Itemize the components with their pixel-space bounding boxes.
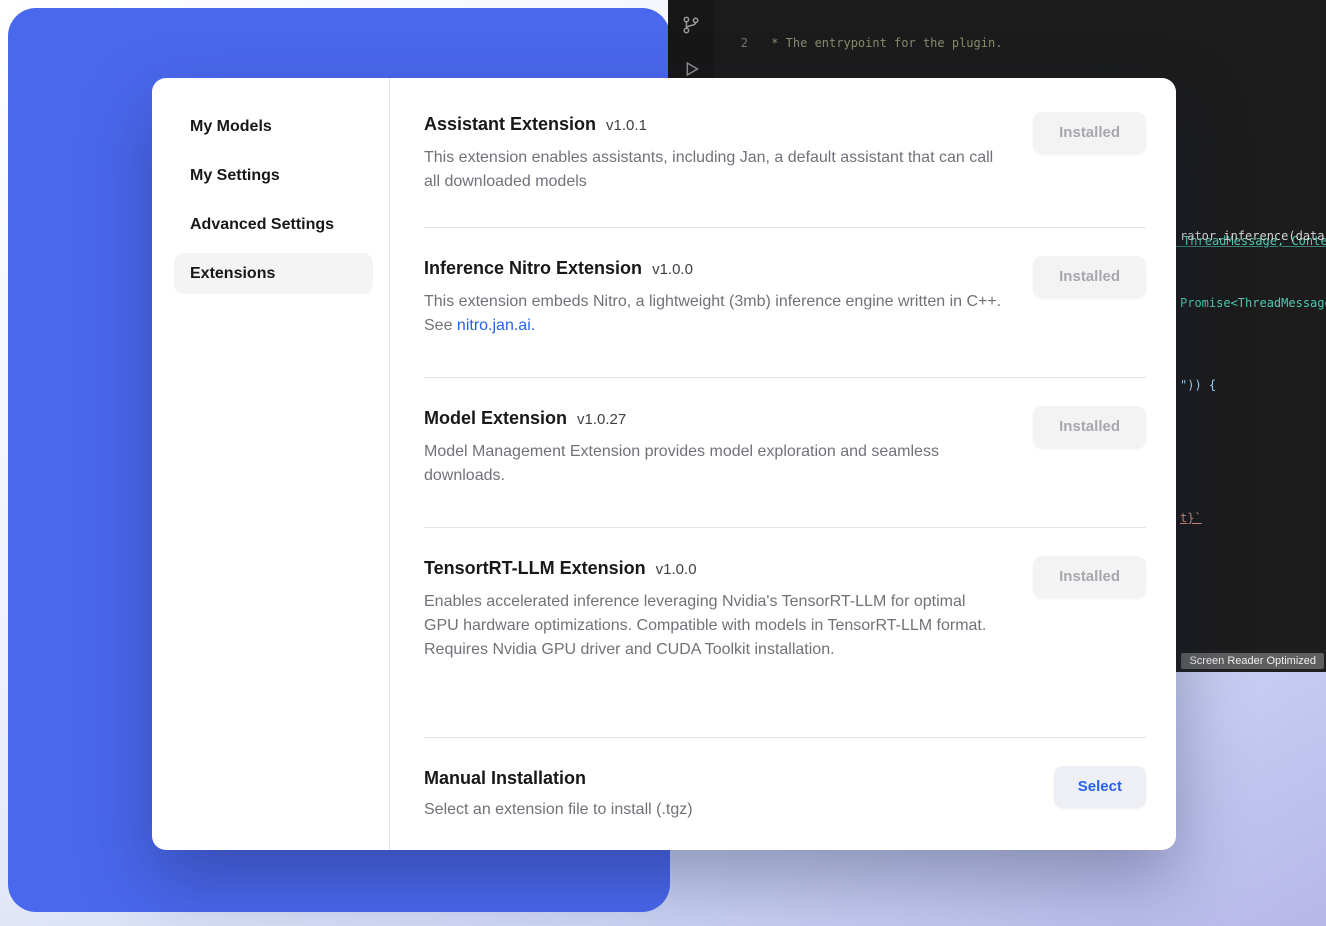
extension-version: v1.0.27 [577,411,626,428]
installed-button[interactable]: Installed [1033,112,1146,154]
installed-button[interactable]: Installed [1033,406,1146,448]
code-fragment: Promise<ThreadMessage> [1180,296,1326,310]
select-file-button[interactable]: Select [1054,766,1146,808]
extension-row-assistant: Assistant Extension v1.0.1 This extension… [424,84,1146,228]
extension-version: v1.0.0 [656,561,697,578]
extension-info: TensortRT-LLM Extension v1.0.0 Enables ac… [424,556,1002,662]
settings-sidebar: My Models My Settings Advanced Settings … [152,78,390,850]
extension-info: Model Extension v1.0.27 Model Management … [424,406,1002,488]
extension-row-tensorrt: TensortRT-LLM Extension v1.0.0 Enables ac… [424,528,1146,738]
extension-name: Inference Nitro Extension [424,258,642,278]
sidebar-item-extensions[interactable]: Extensions [174,253,373,294]
extension-info: Inference Nitro Extension v1.0.0 This ext… [424,256,1002,338]
extension-version: v1.0.1 [606,117,647,134]
extension-title: Assistant Extension v1.0.1 [424,112,1002,138]
code-fragment: ")) { [1180,378,1216,392]
manual-installation-title: Manual Installation [424,766,693,790]
installed-button[interactable]: Installed [1033,256,1146,298]
extension-description: This extension embeds Nitro, a lightweig… [424,290,1002,338]
extensions-panel: Assistant Extension v1.0.1 This extension… [390,78,1176,850]
extension-description: Model Management Extension provides mode… [424,440,1002,488]
extension-description: This extension enables assistants, inclu… [424,146,1002,194]
extension-name: Assistant Extension [424,114,596,134]
sidebar-item-my-settings[interactable]: My Settings [174,155,373,196]
code-text: * The entrypoint for the plugin. [764,35,1002,52]
installed-button[interactable]: Installed [1033,556,1146,598]
extension-title: TensortRT-LLM Extension v1.0.0 [424,556,1002,582]
screen-reader-optimized-badge[interactable]: Screen Reader Optimized [1181,653,1324,669]
manual-installation-description: Select an extension file to install (.tg… [424,798,693,822]
code-fragment: rator.inference(data)); [1180,229,1326,243]
nitro-link[interactable]: nitro.jan.ai. [457,317,535,334]
extension-name: TensortRT-LLM Extension [424,558,646,578]
source-control-icon[interactable] [680,14,702,36]
sidebar-item-advanced-settings[interactable]: Advanced Settings [174,204,373,245]
manual-installation-row: Manual Installation Select an extension … [424,738,1146,822]
code-line: 2 * The entrypoint for the plugin. [714,35,1326,52]
extension-description: Enables accelerated inference leveraging… [424,590,1002,662]
settings-modal: My Models My Settings Advanced Settings … [152,78,1176,850]
extension-row-nitro: Inference Nitro Extension v1.0.0 This ext… [424,228,1146,378]
extension-row-model: Model Extension v1.0.27 Model Management … [424,378,1146,528]
code-fragment: t}` [1180,511,1202,525]
extension-title: Inference Nitro Extension v1.0.0 [424,256,1002,282]
extension-name: Model Extension [424,408,567,428]
extension-info: Assistant Extension v1.0.1 This extension… [424,112,1002,194]
extension-version: v1.0.0 [652,261,693,278]
sidebar-item-my-models[interactable]: My Models [174,106,373,147]
run-debug-icon[interactable] [680,58,702,80]
extension-info: Manual Installation Select an extension … [424,766,693,822]
extension-title: Model Extension v1.0.27 [424,406,1002,432]
line-number: 2 [714,35,748,52]
